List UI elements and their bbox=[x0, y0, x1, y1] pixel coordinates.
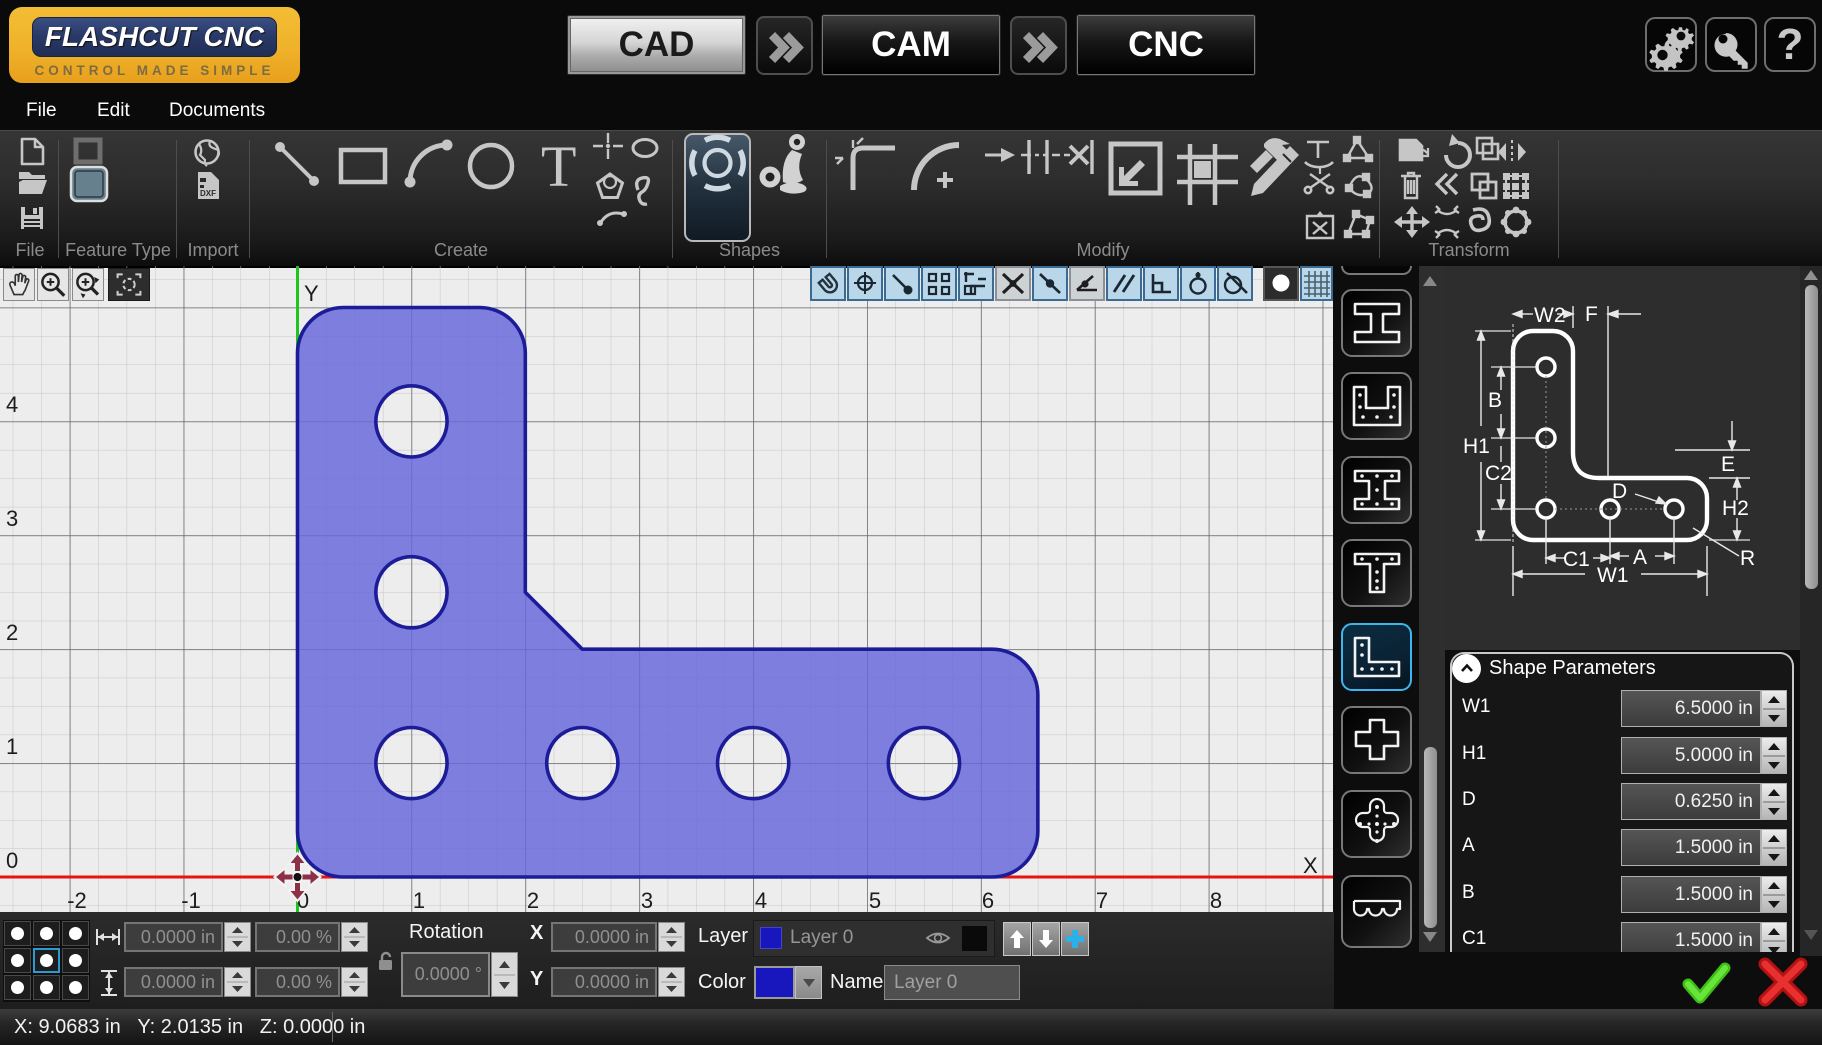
svg-text:D: D bbox=[1612, 480, 1627, 503]
svg-text:6: 6 bbox=[982, 888, 994, 912]
svg-text:0: 0 bbox=[6, 848, 18, 873]
svg-text:E: E bbox=[1721, 453, 1735, 476]
svg-text:8: 8 bbox=[1210, 888, 1222, 912]
svg-text:7: 7 bbox=[1096, 888, 1108, 912]
svg-text:R: R bbox=[1740, 547, 1755, 570]
svg-text:X: X bbox=[1303, 853, 1318, 878]
svg-text:3: 3 bbox=[6, 506, 18, 531]
svg-text:1: 1 bbox=[413, 888, 425, 912]
svg-text:W1: W1 bbox=[1597, 564, 1629, 587]
svg-text:3: 3 bbox=[641, 888, 653, 912]
svg-text:F: F bbox=[1585, 303, 1598, 326]
svg-text:H1: H1 bbox=[1463, 435, 1490, 458]
svg-text:4: 4 bbox=[755, 888, 767, 912]
svg-text:W2: W2 bbox=[1534, 304, 1566, 327]
svg-text:B: B bbox=[1488, 389, 1502, 412]
svg-text:DXF: DXF bbox=[200, 189, 216, 198]
svg-text:-2: -2 bbox=[67, 888, 87, 912]
svg-text:-1: -1 bbox=[181, 888, 201, 912]
svg-text:1: 1 bbox=[6, 734, 18, 759]
svg-text:A: A bbox=[1633, 546, 1647, 569]
svg-text:Y: Y bbox=[304, 281, 319, 306]
svg-text:2: 2 bbox=[527, 888, 539, 912]
svg-text:H2: H2 bbox=[1722, 497, 1749, 520]
svg-text:T: T bbox=[541, 134, 576, 199]
svg-text:2: 2 bbox=[6, 620, 18, 645]
svg-text:C2: C2 bbox=[1485, 462, 1512, 485]
svg-text:C1: C1 bbox=[1563, 548, 1590, 571]
svg-text:5: 5 bbox=[869, 888, 881, 912]
svg-text:4: 4 bbox=[6, 392, 18, 417]
